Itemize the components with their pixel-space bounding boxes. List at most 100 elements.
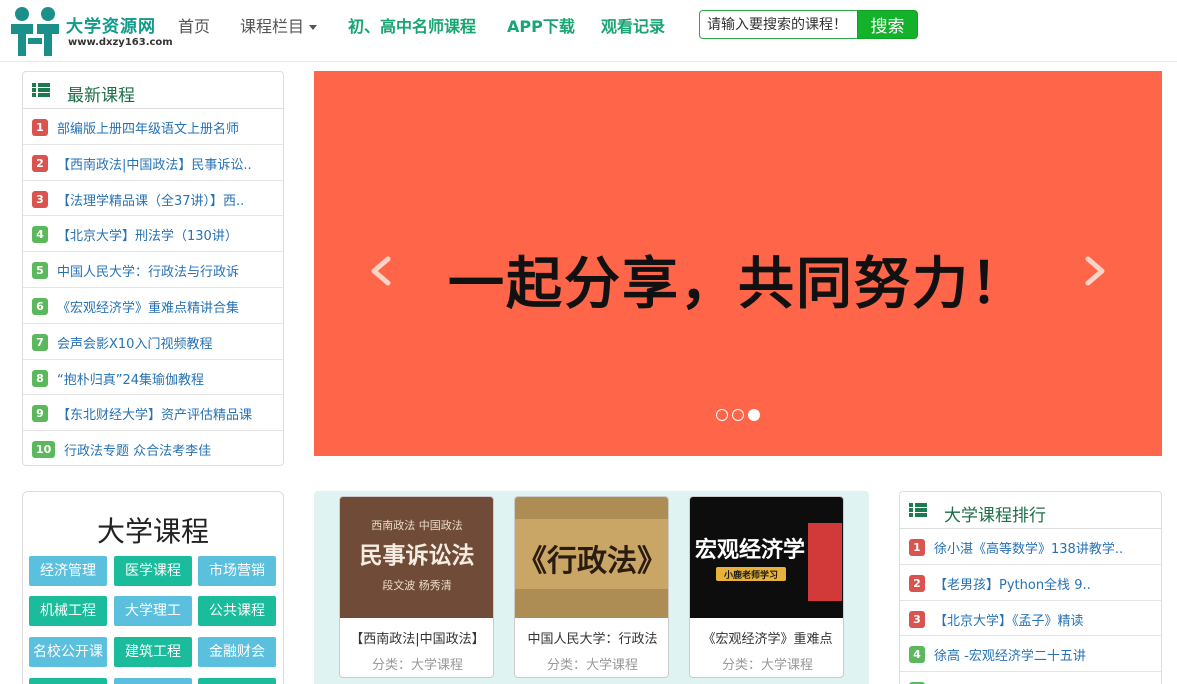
list-item[interactable]: 8 “抱朴归真”24集瑜伽教程 xyxy=(23,360,283,396)
category-button[interactable]: 名校公开课 xyxy=(29,637,107,667)
search-input[interactable] xyxy=(699,10,858,39)
course-link[interactable]: 【西南政法|中国政法】民事诉讼.. xyxy=(57,154,252,173)
site-url: www.dxzy163.com xyxy=(68,37,173,48)
search-button[interactable]: 搜索 xyxy=(857,10,918,39)
carousel-dot-active[interactable] xyxy=(748,409,760,421)
latest-courses-panel: 最新课程 1 部编版上册四年级语文上册名师 2 【西南政法|中国政法】民事诉讼.. … xyxy=(22,71,284,466)
course-title[interactable]: 《宏观经济学》重难点 xyxy=(690,628,843,647)
course-card[interactable]: 《行政法》 中国人民大学：行政法 分类：大学课程 xyxy=(514,496,669,678)
category-button[interactable]: 经济管理 xyxy=(29,556,107,586)
rank-badge: 9 xyxy=(32,405,48,423)
course-link[interactable]: 部编版上册四年级语文上册名师 xyxy=(57,118,239,137)
course-ranking-header: 大学课程排行 xyxy=(900,492,1161,529)
course-link[interactable]: 徐高 -宏观经济学二十五讲 xyxy=(934,645,1086,664)
course-link[interactable]: 【北京大学】刑法学（130讲） xyxy=(57,225,238,244)
course-link[interactable]: 会声会影X10入门视频教程 xyxy=(57,333,212,352)
course-link[interactable]: “抱朴归真”24集瑜伽教程 xyxy=(57,369,204,388)
course-ranking-list: 1 徐小湛《高等数学》138讲教学.. 2 【老男孩】Python全栈 9.. 3 【… xyxy=(900,529,1161,684)
list-item[interactable]: 3 【法理学精品课（全37讲）】西.. xyxy=(23,181,283,217)
list-icon xyxy=(32,83,50,97)
latest-courses-list: 1 部编版上册四年级语文上册名师 2 【西南政法|中国政法】民事诉讼.. 3 【法理学… xyxy=(23,109,283,467)
course-card[interactable]: 宏观经济学 小鹿老师学习 《宏观经济学》重难点 分类：大学课程 xyxy=(689,496,844,678)
carousel-dot[interactable] xyxy=(732,409,744,421)
nav-course-columns[interactable]: 课程栏目 xyxy=(240,13,318,37)
site-logo[interactable]: 大学资源网 www.dxzy163.com xyxy=(8,4,173,58)
list-item[interactable]: 3 【北京大学】《孟子》精读 xyxy=(900,601,1161,637)
list-item[interactable]: 10 行政法专题 众合法考李佳 xyxy=(23,431,283,467)
nav-course-columns-label: 课程栏目 xyxy=(240,17,305,36)
course-card[interactable]: 西南政法 中国政法 民事诉讼法 段文波 杨秀清 【西南政法|中国政法】 分类：大… xyxy=(339,496,494,678)
course-link[interactable]: 【法理学精品课（全37讲）】西.. xyxy=(57,190,244,209)
list-item[interactable]: 2 【西南政法|中国政法】民事诉讼.. xyxy=(23,145,283,181)
course-link[interactable]: 行政法专题 众合法考李佳 xyxy=(64,440,211,459)
course-link[interactable]: 徐小湛《高等数学》138讲教学.. xyxy=(934,538,1123,557)
course-link[interactable]: 【北京大学】《孟子》精读 xyxy=(934,610,1084,629)
cover-caption: 小鹿老师学习 xyxy=(723,569,778,581)
banner-carousel[interactable]: 一起分享，共同努力！ xyxy=(314,71,1162,456)
list-item[interactable] xyxy=(900,672,1161,684)
list-item[interactable]: 1 部编版上册四年级语文上册名师 xyxy=(23,109,283,145)
course-ranking-panel: 大学课程排行 1 徐小湛《高等数学》138讲教学.. 2 【老男孩】Python全栈… xyxy=(899,491,1162,684)
rank-badge: 4 xyxy=(32,226,48,244)
course-link[interactable]: 《宏观经济学》重难点精讲合集 xyxy=(57,297,239,316)
site-name: 大学资源网 xyxy=(66,17,156,37)
carousel-dot[interactable] xyxy=(716,409,728,421)
nav-home[interactable]: 首页 xyxy=(178,13,210,37)
category-button[interactable]: 大学理工 xyxy=(114,596,192,626)
cover-caption: 西南政法 中国政法 xyxy=(371,518,463,532)
rank-badge: 8 xyxy=(32,369,48,387)
course-link[interactable]: 【老男孩】Python全栈 9.. xyxy=(934,574,1091,593)
category-button[interactable]: 建筑工程 xyxy=(114,637,192,667)
category-button[interactable] xyxy=(29,678,107,684)
category-button[interactable] xyxy=(198,678,276,684)
list-icon xyxy=(909,503,927,517)
list-item[interactable]: 5 中国人民大学：行政法与行政诉 xyxy=(23,252,283,288)
cover-caption: 段文波 杨秀清 xyxy=(382,578,452,592)
category-button[interactable]: 机械工程 xyxy=(29,596,107,626)
rank-badge: 2 xyxy=(909,574,925,592)
chevron-down-icon xyxy=(309,25,318,30)
list-item[interactable]: 7 会声会影X10入门视频教程 xyxy=(23,324,283,360)
list-item[interactable]: 6 《宏观经济学》重难点精讲合集 xyxy=(23,288,283,324)
list-item[interactable]: 1 徐小湛《高等数学》138讲教学.. xyxy=(900,529,1161,565)
latest-courses-header: 最新课程 xyxy=(23,72,283,109)
rank-badge: 3 xyxy=(909,610,925,628)
course-cover-image: 西南政法 中国政法 民事诉讼法 段文波 杨秀清 xyxy=(340,497,493,618)
rank-badge: 1 xyxy=(32,119,48,136)
featured-courses: 西南政法 中国政法 民事诉讼法 段文波 杨秀清 【西南政法|中国政法】 分类：大… xyxy=(314,491,869,684)
nav-app-download[interactable]: APP下载 xyxy=(507,13,575,37)
category-button[interactable]: 市场营销 xyxy=(198,556,276,586)
list-item[interactable]: 4 【北京大学】刑法学（130讲） xyxy=(23,216,283,253)
list-item[interactable]: 2 【老男孩】Python全栈 9.. xyxy=(900,565,1161,601)
chevron-right-icon[interactable] xyxy=(1074,251,1114,291)
course-category: 分类：大学课程 xyxy=(371,658,463,673)
latest-courses-title: 最新课程 xyxy=(67,86,135,106)
category-button[interactable]: 公共课程 xyxy=(198,596,276,626)
course-link[interactable]: 【东北财经大学】资产评估精品课 xyxy=(57,404,252,423)
rank-badge: 2 xyxy=(32,154,48,172)
list-item[interactable]: 4 徐高 -宏观经济学二十五讲 xyxy=(900,636,1161,673)
cover-caption: 宏观经济学 xyxy=(695,537,805,563)
course-title[interactable]: 【西南政法|中国政法】 xyxy=(340,628,493,647)
nav-famous-teachers[interactable]: 初、高中名师课程 xyxy=(348,13,476,37)
course-cover-image: 宏观经济学 小鹿老师学习 xyxy=(690,497,843,618)
course-link[interactable]: 中国人民大学：行政法与行政诉 xyxy=(57,261,239,280)
course-ranking-title: 大学课程排行 xyxy=(944,506,1046,526)
list-item[interactable]: 9 【东北财经大学】资产评估精品课 xyxy=(23,395,283,432)
nav-watch-history[interactable]: 观看记录 xyxy=(601,13,665,37)
rank-badge: 3 xyxy=(32,190,48,208)
category-button[interactable]: 金融财会 xyxy=(198,637,276,667)
category-button[interactable] xyxy=(114,678,192,684)
cover-caption: 《行政法》 xyxy=(517,544,667,579)
category-button[interactable]: 医学课程 xyxy=(114,556,192,586)
cover-caption: 民事诉讼法 xyxy=(360,543,475,569)
university-categories-panel: 大学课程 经济管理 医学课程 市场营销 机械工程 大学理工 公共课程 名校公开课… xyxy=(22,491,284,684)
rank-badge: 5 xyxy=(32,262,48,280)
rank-badge: 6 xyxy=(32,297,48,315)
course-title[interactable]: 中国人民大学：行政法 xyxy=(515,628,668,647)
rank-badge: 10 xyxy=(32,441,56,459)
course-category: 分类：大学课程 xyxy=(721,658,813,673)
rank-badge: 7 xyxy=(32,333,48,351)
chevron-left-icon[interactable] xyxy=(362,251,402,291)
slide-text: 一起分享，共同努力！ xyxy=(448,252,1028,317)
